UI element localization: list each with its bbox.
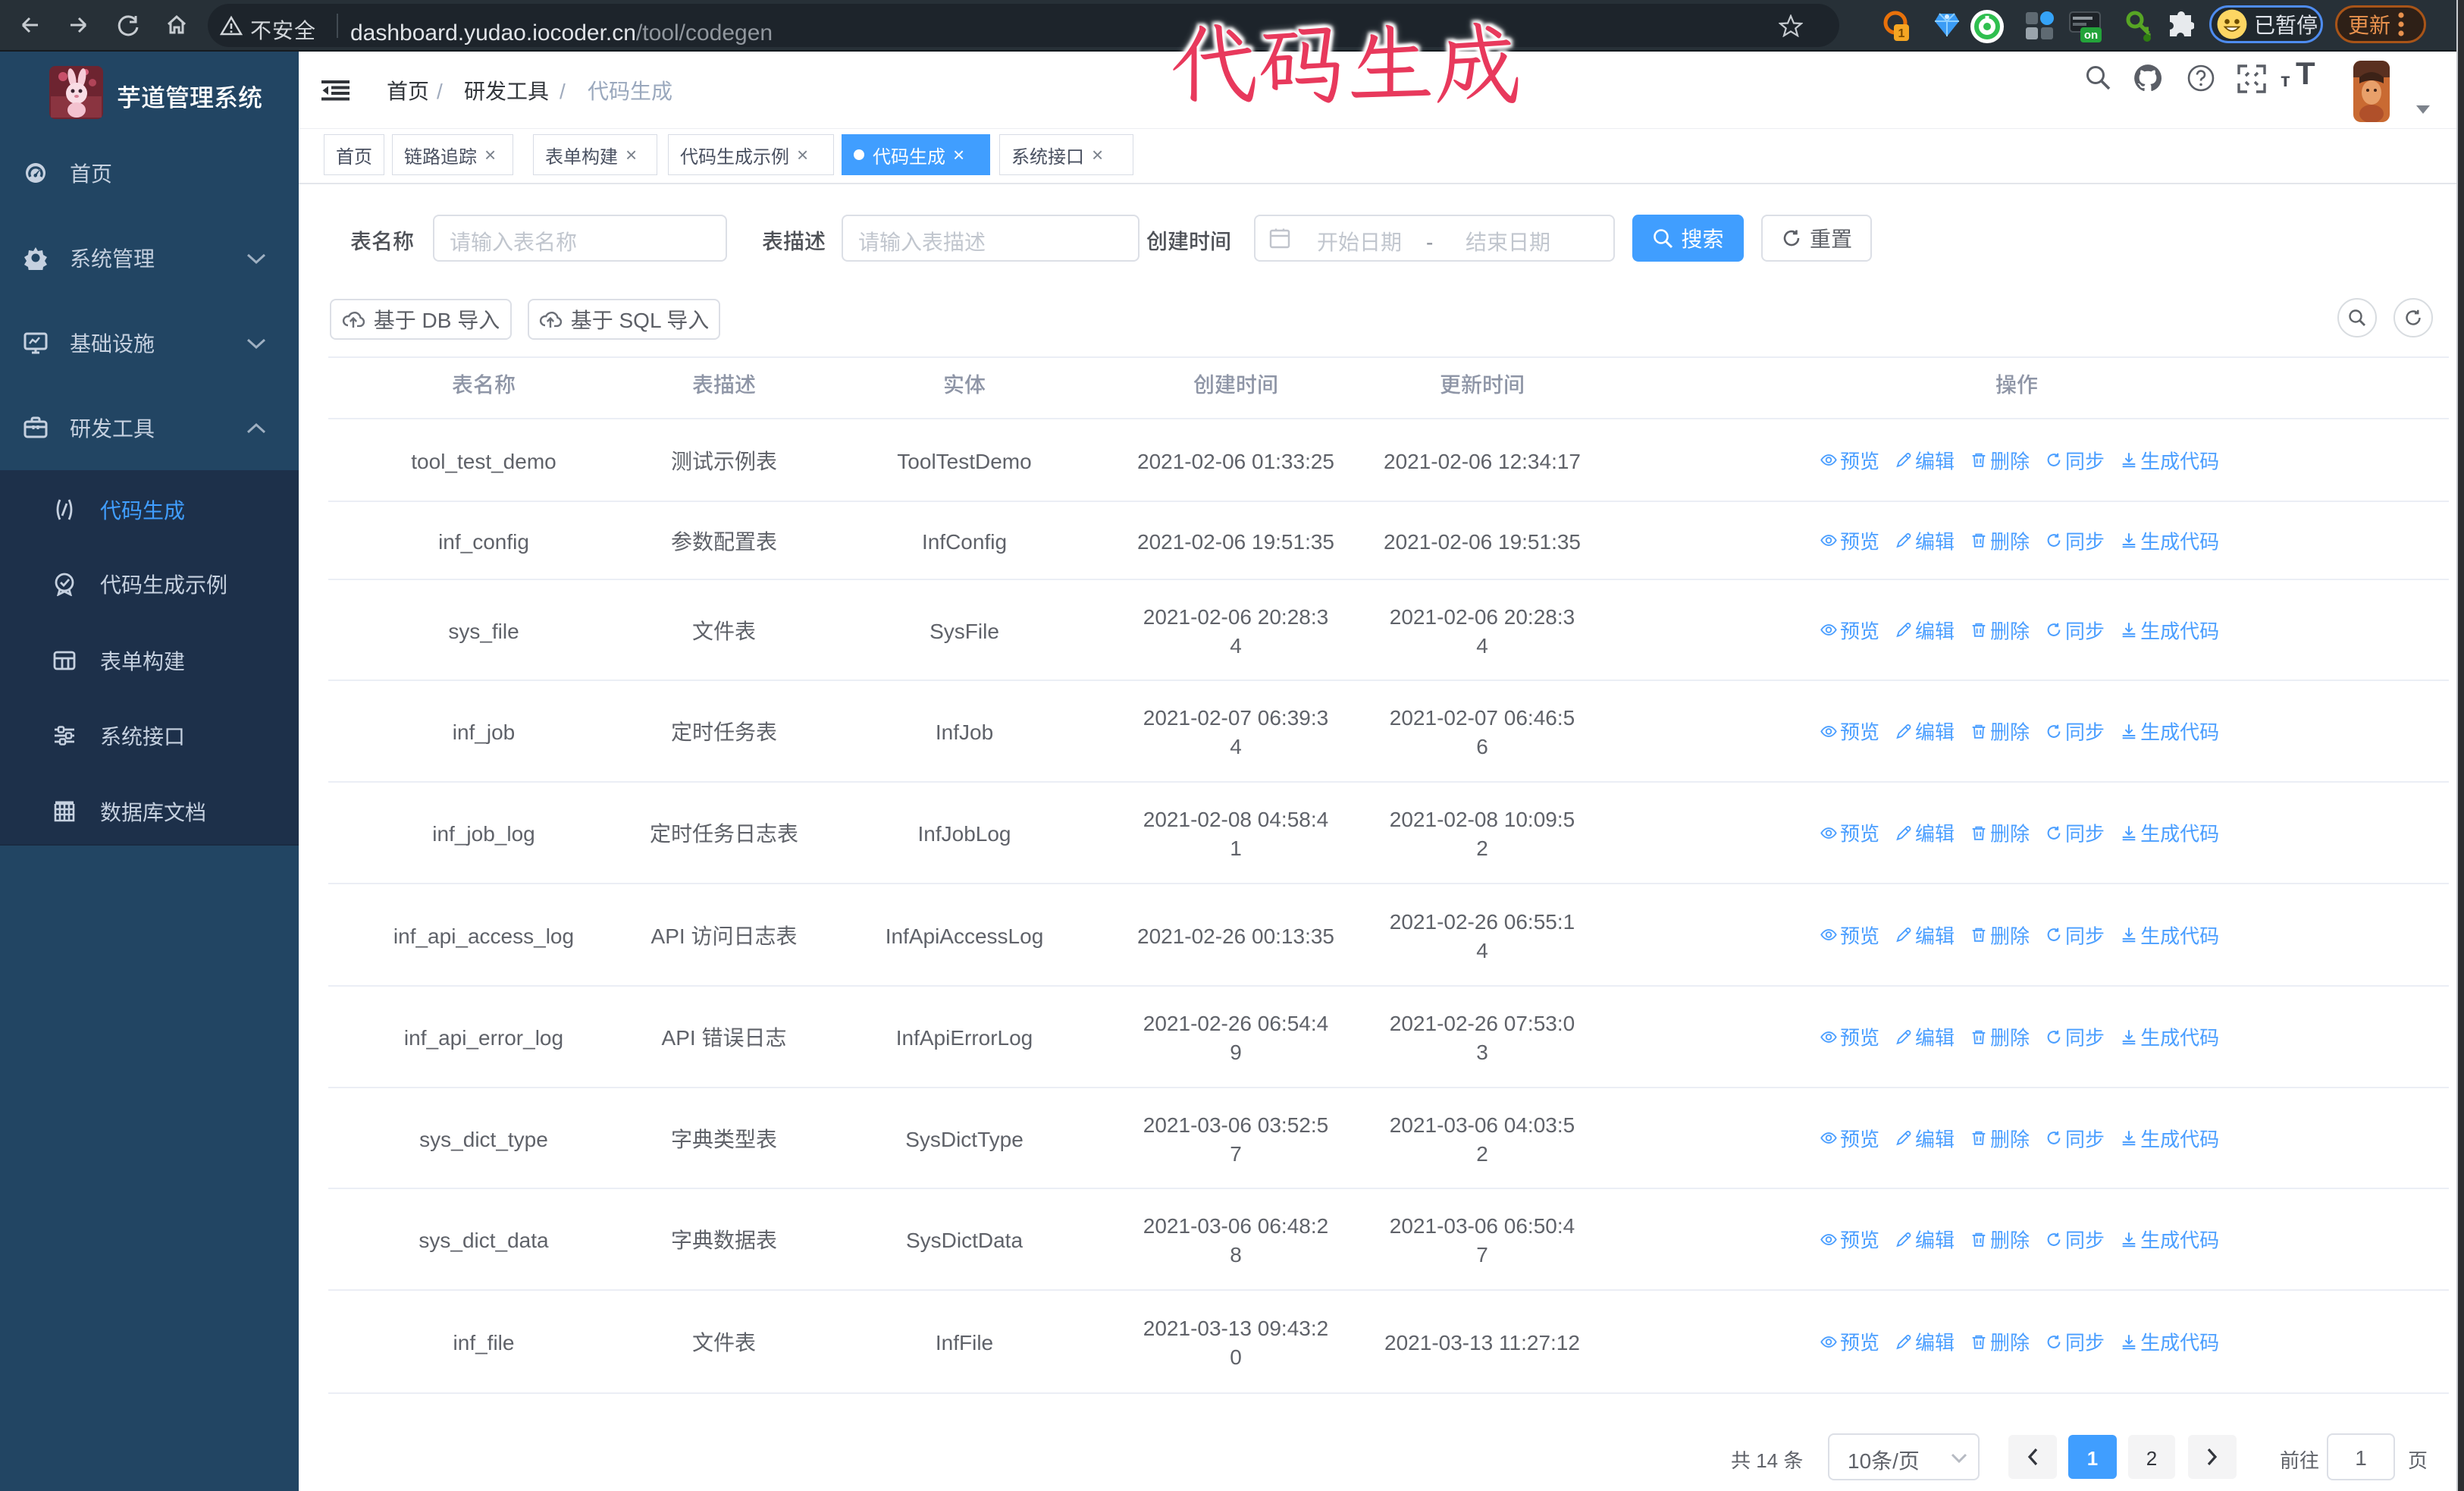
svg-text:on: on [2084, 27, 2098, 42]
svg-text:1: 1 [1898, 23, 1905, 41]
